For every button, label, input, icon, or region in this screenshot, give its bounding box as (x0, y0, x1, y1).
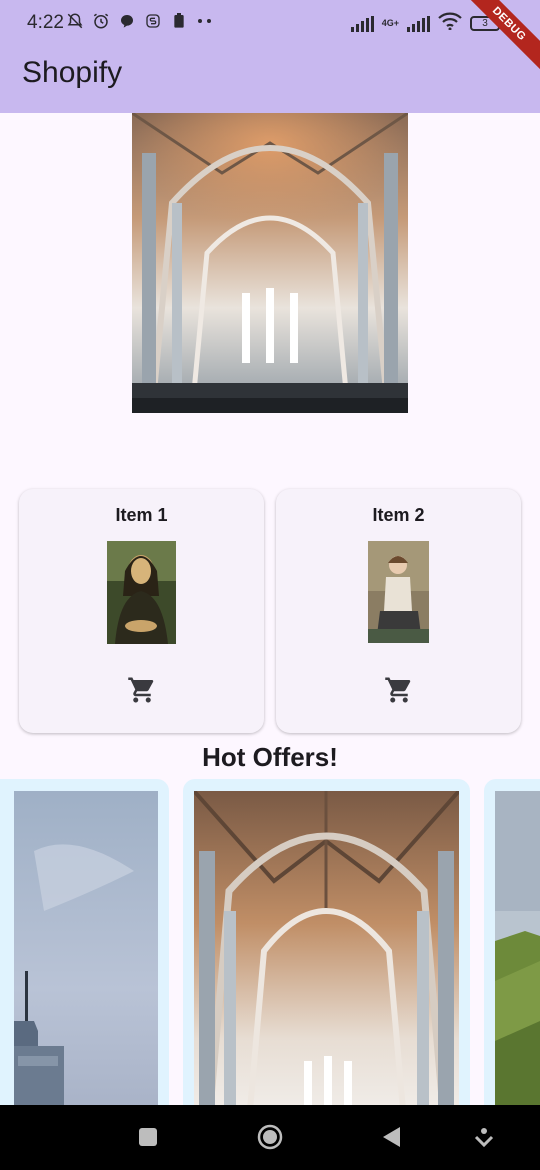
hide-nav-button[interactable] (470, 1123, 498, 1151)
s-app-icon (144, 12, 162, 30)
product-name: Item 2 (372, 505, 425, 525)
add-to-cart-button[interactable] (384, 675, 414, 705)
status-right-icons: 4G+ 3 (350, 12, 500, 35)
skyscraper-image (14, 791, 158, 1119)
offer-card-3[interactable] (484, 779, 540, 1119)
offer-card-1[interactable] (0, 779, 169, 1119)
home-button[interactable] (256, 1123, 284, 1151)
girl-portrait-image (368, 541, 429, 643)
hero-image (132, 113, 408, 413)
page-title: Shopify (22, 56, 123, 89)
home-icon (257, 1124, 283, 1150)
green-hills-image (495, 791, 540, 1119)
mona-lisa-image (107, 541, 176, 644)
status-left-icons (66, 12, 214, 30)
product-card-item-2[interactable]: Item 2 (276, 489, 521, 733)
battery-level: 3 (482, 18, 488, 29)
status-bar: 4:22 4G+ 3 (0, 0, 540, 46)
system-nav-bar (0, 1105, 540, 1170)
app-bar: 4:22 4G+ 3 DEBUG Shopify (0, 0, 540, 113)
add-to-cart-button[interactable] (127, 675, 157, 705)
status-time: 4:22 (27, 12, 64, 33)
chat-icon (118, 12, 136, 30)
battery-saver-icon (170, 12, 188, 30)
back-button[interactable] (378, 1123, 406, 1151)
recents-button[interactable] (134, 1123, 162, 1151)
cart-icon (127, 677, 153, 703)
network-type: 4G+ (381, 18, 399, 28)
product-card-item-1[interactable]: Item 1 (19, 489, 264, 733)
offer-card-2[interactable] (183, 779, 470, 1119)
more-dots-icon (196, 12, 214, 30)
back-icon (383, 1127, 400, 1147)
cathedral-offer-image (194, 791, 459, 1119)
signal-icon-2 (407, 15, 430, 32)
alarm-icon (92, 12, 110, 30)
product-name: Item 1 (115, 505, 168, 525)
signal-icon (350, 15, 374, 32)
cart-icon (384, 677, 410, 703)
wifi-icon (438, 12, 462, 35)
recents-icon (139, 1128, 157, 1146)
notifications-off-icon (66, 12, 84, 30)
chevron-down-icon (474, 1128, 494, 1148)
hot-offers-heading: Hot Offers! (202, 742, 338, 772)
cathedral-interior-image (132, 113, 408, 413)
